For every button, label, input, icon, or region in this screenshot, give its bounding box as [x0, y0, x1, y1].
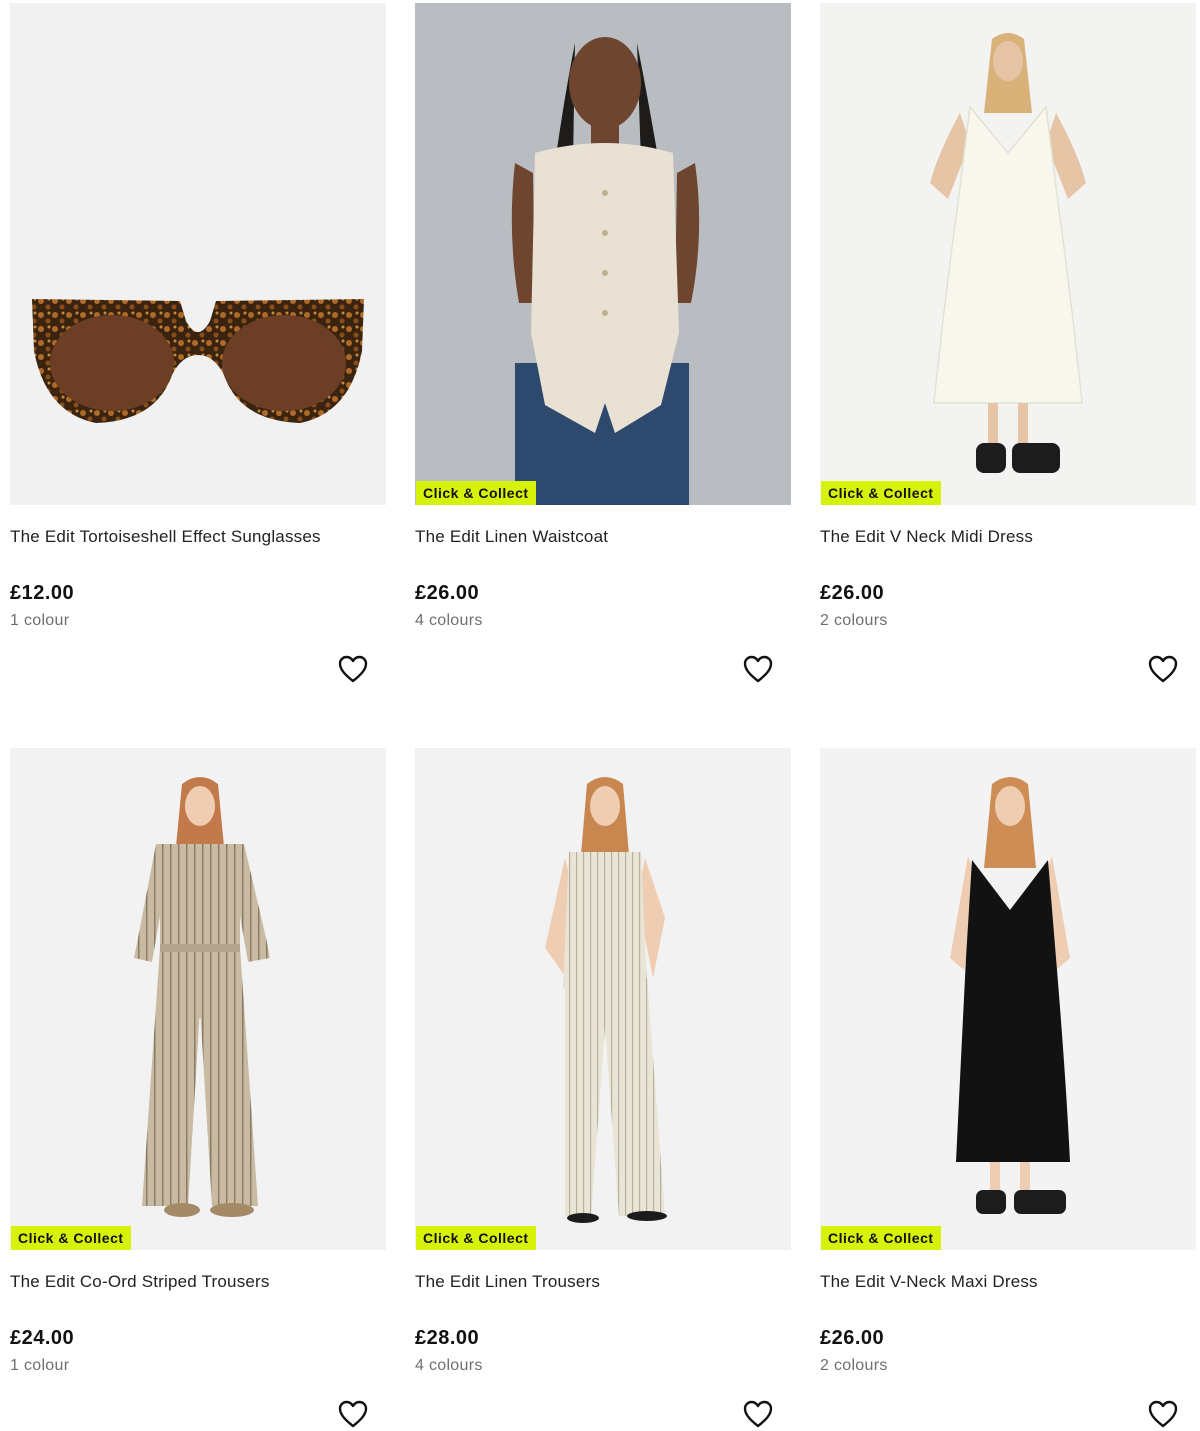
product-colours: 4 colours	[415, 1357, 483, 1374]
product-grid: The Edit Tortoiseshell Effect Sunglasses…	[10, 3, 1196, 1428]
product-colours: 4 colours	[415, 612, 483, 629]
white-dress-illustration	[820, 3, 1196, 505]
product-title[interactable]: The Edit V-Neck Maxi Dress	[820, 1272, 1038, 1292]
product-title[interactable]: The Edit Tortoiseshell Effect Sunglasses	[10, 527, 321, 547]
click-collect-badge: Click & Collect	[11, 1226, 131, 1250]
product-card[interactable]: Click & Collect The Edit Linen Trousers …	[415, 748, 791, 1428]
wishlist-button[interactable]	[338, 655, 368, 683]
product-image-striped-set[interactable]: Click & Collect	[10, 748, 386, 1250]
product-card[interactable]: Click & Collect The Edit V Neck Midi Dre…	[820, 3, 1196, 748]
sunglasses-illustration	[10, 3, 386, 505]
wishlist-button[interactable]	[743, 655, 773, 683]
product-price: £28.00	[415, 1327, 480, 1349]
heart-outline-icon	[338, 655, 368, 683]
heart-outline-icon	[1148, 655, 1178, 683]
product-image-white-dress[interactable]: Click & Collect	[820, 3, 1196, 505]
product-colours: 1 colour	[10, 612, 70, 629]
heart-outline-icon	[743, 655, 773, 683]
wishlist-button[interactable]	[1148, 655, 1178, 683]
product-title[interactable]: The Edit Linen Trousers	[415, 1272, 600, 1292]
product-price: £12.00	[10, 582, 75, 604]
product-price: £26.00	[820, 1327, 885, 1349]
product-colours: 2 colours	[820, 612, 888, 629]
product-card[interactable]: Click & Collect The Edit V-Neck Maxi Dre…	[820, 748, 1196, 1428]
linen-set-illustration	[415, 748, 791, 1250]
wishlist-button[interactable]	[1148, 1400, 1178, 1428]
product-image-waistcoat[interactable]: Click & Collect	[415, 3, 791, 505]
product-title[interactable]: The Edit Linen Waistcoat	[415, 527, 608, 547]
heart-outline-icon	[743, 1400, 773, 1428]
heart-outline-icon	[338, 1400, 368, 1428]
product-colours: 1 colour	[10, 1357, 70, 1374]
product-card[interactable]: Click & Collect The Edit Co-Ord Striped …	[10, 748, 386, 1428]
product-price: £26.00	[820, 582, 885, 604]
product-price: £26.00	[415, 582, 480, 604]
striped-set-illustration	[10, 748, 386, 1250]
product-price: £24.00	[10, 1327, 75, 1349]
product-card[interactable]: Click & Collect The Edit Linen Waistcoat…	[415, 3, 791, 748]
click-collect-badge: Click & Collect	[821, 1226, 941, 1250]
click-collect-badge: Click & Collect	[821, 481, 941, 505]
product-title[interactable]: The Edit Co-Ord Striped Trousers	[10, 1272, 270, 1292]
click-collect-badge: Click & Collect	[416, 1226, 536, 1250]
black-dress-illustration	[820, 748, 1196, 1250]
product-image-linen-set[interactable]: Click & Collect	[415, 748, 791, 1250]
click-collect-badge: Click & Collect	[416, 481, 536, 505]
product-image-black-dress[interactable]: Click & Collect	[820, 748, 1196, 1250]
wishlist-button[interactable]	[338, 1400, 368, 1428]
product-card[interactable]: The Edit Tortoiseshell Effect Sunglasses…	[10, 3, 386, 748]
product-title[interactable]: The Edit V Neck Midi Dress	[820, 527, 1033, 547]
waistcoat-illustration	[415, 3, 791, 505]
wishlist-button[interactable]	[743, 1400, 773, 1428]
heart-outline-icon	[1148, 1400, 1178, 1428]
product-image-sunglasses[interactable]	[10, 3, 386, 505]
product-colours: 2 colours	[820, 1357, 888, 1374]
